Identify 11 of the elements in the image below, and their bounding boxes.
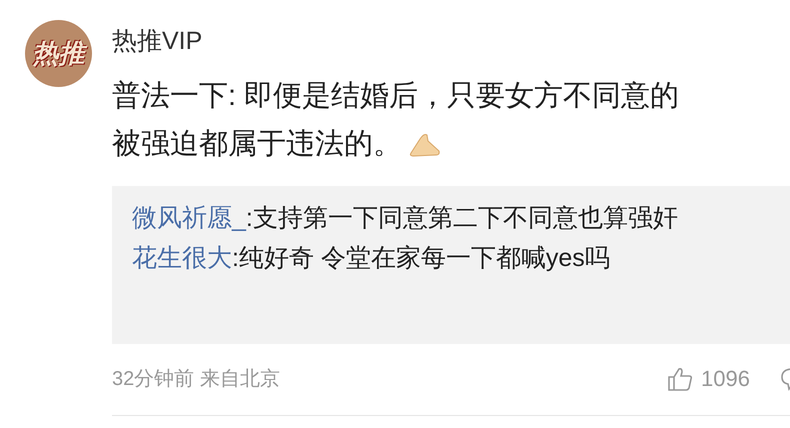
reply-username[interactable]: 花生很大 xyxy=(132,244,232,272)
comment-text: 普法一下: 即便是结婚后，只要女方不同意的 xyxy=(112,79,680,114)
username[interactable]: 热推VIP xyxy=(112,27,202,55)
reply-username[interactable]: 微风祈愿_ xyxy=(132,204,246,232)
comment-text: 被强迫都属于违法的。 xyxy=(112,127,402,162)
avatar[interactable]: 热推 xyxy=(25,20,92,87)
reply-text: :支持第一下同意第二下不同意也算强奸 xyxy=(246,204,678,232)
like-icon[interactable] xyxy=(667,366,694,392)
reply-text: :纯好奇 令堂在家每一下都喊yes吗 xyxy=(232,244,610,272)
like-count: 1096 xyxy=(701,365,750,393)
timestamp-source: 32分钟前 来自北京 xyxy=(112,367,280,392)
